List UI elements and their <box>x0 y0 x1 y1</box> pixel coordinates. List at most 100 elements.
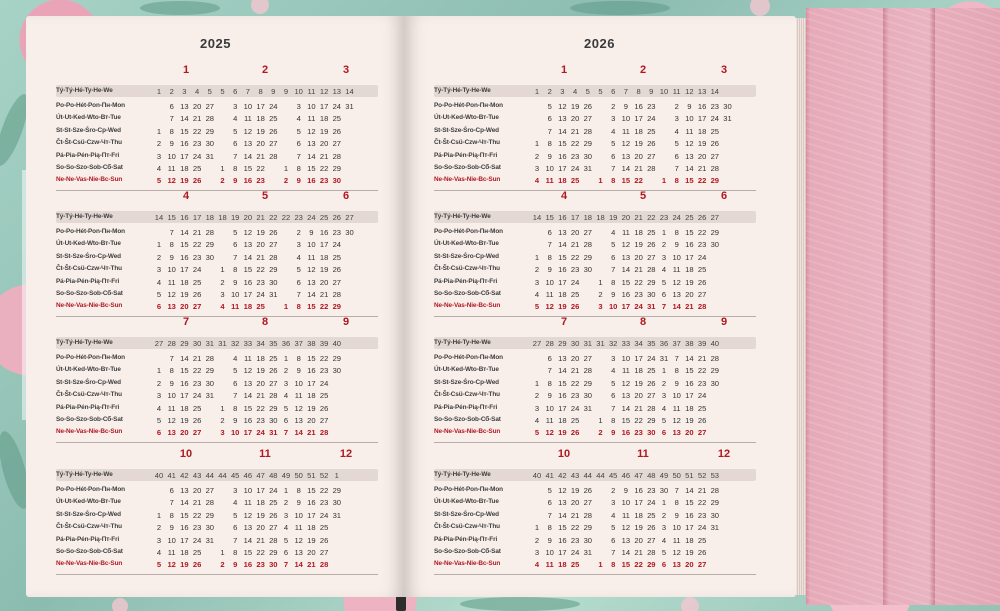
day-number: 20 <box>570 498 580 508</box>
day-number: 4 <box>296 114 301 124</box>
ribbon-bookmark <box>396 597 406 611</box>
day-number: 31 <box>723 114 732 124</box>
day-number: 2 <box>283 366 289 376</box>
weekday-label: Út-Ut-Ked-Wto-Вт-Tue <box>434 498 499 506</box>
day-number: 8 <box>296 354 301 363</box>
day-number: 19 <box>256 366 265 376</box>
day-number: 25 <box>269 498 278 508</box>
day-number: 18 <box>256 498 265 508</box>
day-number: 3 <box>283 510 289 520</box>
day-number: 13 <box>685 151 694 161</box>
weekday-label: So-So-Szo-Sob-Сб-Sat <box>56 548 123 555</box>
day-number: 16 <box>558 535 567 545</box>
day-number: 30 <box>269 277 278 287</box>
day-number: 17 <box>621 302 631 312</box>
week-number: 41 <box>545 471 554 480</box>
day-number: 20 <box>634 535 643 545</box>
day-number: 8 <box>296 302 301 312</box>
day-number: 28 <box>269 252 278 262</box>
day-number: 7 <box>169 228 174 237</box>
day-number: 21 <box>256 252 265 262</box>
day-number: 6 <box>611 535 616 545</box>
day-number: 20 <box>192 486 202 495</box>
day-number: 9 <box>169 252 174 262</box>
day-number: 2 <box>674 102 679 111</box>
day-number: 31 <box>205 391 215 401</box>
week-number: 5 <box>220 87 225 96</box>
day-number: 8 <box>233 548 238 557</box>
weekday-label: Čt-Št-Csü-Czw-Чт-Thu <box>56 265 122 273</box>
day-number: 14 <box>180 228 189 237</box>
day-number: 12 <box>294 403 303 413</box>
weekday-row: Ne-Ne-Vas-Nie-Вс-Sun 5 12 19 26 3 10 17 24 31 7 14 2… <box>434 302 756 314</box>
day-number: 14 <box>621 164 631 173</box>
day-number: 6 <box>611 151 616 161</box>
day-number: 19 <box>634 139 643 149</box>
day-number: 8 <box>547 378 552 388</box>
day-number: 28 <box>205 354 215 363</box>
weekday-row: Čt-Št-Csü-Czw-Чт-Thu 2 9 16 23 30 7 14 21 28 4 11 18… <box>434 265 756 277</box>
week-number: 53 <box>710 471 720 480</box>
day-number: 8 <box>611 277 616 287</box>
day-number: 15 <box>180 126 189 136</box>
day-number: 20 <box>256 523 265 533</box>
day-number: 18 <box>685 265 694 275</box>
week-number: 19 <box>608 213 618 222</box>
day-number: 8 <box>233 164 238 173</box>
day-number: 14 <box>621 403 631 413</box>
day-number: 5 <box>611 139 616 149</box>
day-number: 17 <box>180 265 189 275</box>
day-number: 23 <box>570 535 580 545</box>
day-number: 25 <box>269 354 278 363</box>
day-number: 15 <box>243 164 253 173</box>
week-number: 18 <box>583 213 593 222</box>
weekday-label: Po-Po-Hét-Pon-Пн-Mon <box>56 228 125 235</box>
quarter-block: 10 11 12 Tý-Tý-Hé-Ty-Не-We 40 41 42 43 44 44 45 46 4… <box>56 448 378 575</box>
week-number: 19 <box>230 213 240 222</box>
week-number: 36 <box>281 339 291 348</box>
day-number: 7 <box>611 403 616 413</box>
day-number: 30 <box>647 428 656 438</box>
day-number: 3 <box>156 391 162 401</box>
month-number: 7 <box>182 316 190 328</box>
day-number: 28 <box>269 391 278 401</box>
day-number: 14 <box>180 114 189 124</box>
day-number: 13 <box>672 560 681 570</box>
day-number: 16 <box>180 523 189 533</box>
day-number: 31 <box>583 164 593 173</box>
day-number: 14 <box>685 354 694 363</box>
week-number: 24 <box>307 213 316 222</box>
week-number: 11 <box>672 87 681 96</box>
week-number: 46 <box>621 471 631 480</box>
week-number: 22 <box>281 213 291 222</box>
day-number: 14 <box>558 126 567 136</box>
day-number: 6 <box>233 240 238 250</box>
day-number: 8 <box>233 403 238 413</box>
weekday-label: Čt-Št-Csü-Czw-Чт-Thu <box>56 523 122 531</box>
day-number: 14 <box>621 265 631 275</box>
day-number: 30 <box>710 378 720 388</box>
week-number: 38 <box>307 339 316 348</box>
divider-line <box>434 316 756 317</box>
weekday-row: So-So-Szo-Sob-Сб-Sat 5 12 19 26 3 10 17 24 31 7 14 2… <box>56 290 378 302</box>
day-number: 24 <box>192 151 202 161</box>
week-number: 20 <box>243 213 253 222</box>
day-number: 22 <box>634 176 643 186</box>
day-number: 20 <box>319 139 329 149</box>
weekday-label: So-So-Szo-Sob-Сб-Sat <box>56 416 123 423</box>
week-number: 48 <box>647 471 656 480</box>
day-number: 25 <box>647 366 656 376</box>
day-number: 4 <box>611 228 616 237</box>
week-number: 44 <box>583 471 593 480</box>
weekday-row: Po-Po-Hét-Pon-Пн-Mon 6 13 20 27 3 10 17 24 3 10 17 2… <box>56 102 378 114</box>
week-number: 28 <box>167 339 176 348</box>
day-number: 19 <box>570 486 580 495</box>
week-number: 25 <box>319 213 329 222</box>
day-number: 16 <box>621 290 631 299</box>
day-number: 22 <box>319 302 329 312</box>
day-number: 11 <box>167 164 176 173</box>
day-number: 17 <box>558 403 567 413</box>
day-number: 23 <box>192 523 202 533</box>
weekday-row: Ne-Ne-Vas-Nie-Вс-Sun 5 12 19 26 2 9 16 23 30 7 14 21… <box>56 560 378 572</box>
week-number: 40 <box>332 339 342 348</box>
